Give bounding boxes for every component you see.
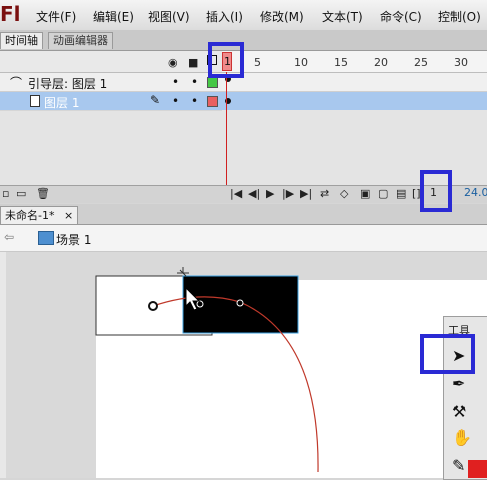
lock-icon[interactable]: ■ bbox=[188, 56, 198, 69]
close-icon[interactable]: × bbox=[64, 209, 73, 222]
crosshair-cursor bbox=[177, 267, 189, 277]
menu-edit[interactable]: 编辑(E) bbox=[93, 8, 134, 25]
timeline-footer: ▫ ▭ 🗑 |◀ ◀| ▶ |▶ ▶| ⇄ ◇ ▣ ▢ ▤ [] bbox=[0, 185, 487, 203]
highlight-selection-tool bbox=[420, 334, 475, 374]
highlight-frame-counter bbox=[420, 170, 452, 212]
visibility-dot[interactable]: • bbox=[172, 94, 179, 108]
pen-tool-icon[interactable]: ✒ bbox=[452, 374, 465, 393]
edit-frames-icon[interactable]: ▤ bbox=[396, 187, 406, 200]
layer-row-1[interactable]: 图层 1 ✎ • • bbox=[0, 92, 487, 110]
ruler-label: 15 bbox=[334, 56, 348, 69]
menu-file[interactable]: 文件(F) bbox=[36, 8, 76, 25]
menu-commands[interactable]: 命令(C) bbox=[380, 8, 422, 25]
layers-empty-area bbox=[0, 111, 222, 185]
frame-rate[interactable]: 24.00 bbox=[464, 186, 487, 199]
stage-artwork[interactable] bbox=[0, 252, 487, 478]
ruler-label: 25 bbox=[414, 56, 428, 69]
layer-icon bbox=[30, 95, 40, 107]
scene-icon bbox=[38, 231, 54, 245]
guide-layer-icon: ⌒ bbox=[10, 76, 23, 90]
document-tab[interactable]: 未命名-1* × bbox=[0, 206, 79, 224]
back-arrow-icon[interactable]: ⇦ bbox=[4, 230, 14, 244]
lock-dot[interactable]: • bbox=[191, 75, 198, 89]
layer-color-swatch[interactable] bbox=[207, 77, 218, 88]
last-frame-icon[interactable]: ▶| bbox=[300, 187, 312, 200]
new-layer-icon[interactable]: ▫ bbox=[2, 187, 9, 200]
play-icon[interactable]: ▶ bbox=[266, 187, 274, 200]
center-frame-icon[interactable]: ◇ bbox=[340, 187, 348, 200]
lock-dot[interactable]: • bbox=[191, 94, 198, 108]
document-title: 未命名-1* bbox=[5, 209, 55, 222]
menu-insert[interactable]: 插入(I) bbox=[206, 8, 243, 25]
start-point bbox=[148, 301, 158, 311]
menubar: Fl 文件(F) 编辑(E) 视图(V) 插入(I) 修改(M) 文本(T) 命… bbox=[0, 0, 487, 31]
prev-frame-icon[interactable]: ◀| bbox=[248, 187, 260, 200]
bone-tool-icon[interactable]: ⚒ bbox=[452, 402, 466, 421]
menu-text[interactable]: 文本(T) bbox=[322, 8, 363, 25]
frame-ruler[interactable]: 5 10 15 20 25 30 bbox=[222, 51, 487, 72]
loop-icon[interactable]: ⇄ bbox=[320, 187, 329, 200]
scene-name[interactable]: 场景 1 bbox=[56, 231, 91, 248]
layer-frames[interactable] bbox=[222, 73, 487, 91]
tab-motion-editor[interactable]: 动画编辑器 bbox=[48, 32, 113, 49]
first-frame-icon[interactable]: |◀ bbox=[230, 187, 242, 200]
edit-bar: ⇦ 场景 1 bbox=[0, 225, 487, 252]
eye-icon[interactable]: ◉ bbox=[168, 56, 178, 69]
ruler-label: 20 bbox=[374, 56, 388, 69]
next-frame-icon[interactable]: |▶ bbox=[282, 187, 294, 200]
tab-timeline[interactable]: 时间轴 bbox=[0, 32, 43, 49]
menu-control[interactable]: 控制(O) bbox=[438, 8, 481, 25]
app-logo: Fl bbox=[0, 2, 21, 26]
stroke-color-swatch[interactable] bbox=[468, 460, 487, 478]
menu-view[interactable]: 视图(V) bbox=[148, 8, 190, 25]
ruler-label: 30 bbox=[454, 56, 468, 69]
onion-outline-icon[interactable]: ▢ bbox=[378, 187, 388, 200]
delete-layer-icon[interactable]: 🗑 bbox=[36, 187, 50, 200]
hand-tool-icon[interactable]: ✋ bbox=[452, 428, 472, 447]
layer-name: 引导层: 图层 1 bbox=[28, 77, 108, 91]
new-folder-icon[interactable]: ▭ bbox=[16, 187, 26, 200]
highlight-playhead bbox=[208, 42, 244, 78]
registration-point bbox=[236, 299, 244, 307]
ruler-label: 10 bbox=[294, 56, 308, 69]
stroke-color-icon[interactable]: ✎ bbox=[452, 456, 465, 475]
ruler-label: 5 bbox=[254, 56, 261, 69]
menu-modify[interactable]: 修改(M) bbox=[260, 8, 304, 25]
onion-skin-icon[interactable]: ▣ bbox=[360, 187, 370, 200]
visibility-dot[interactable]: • bbox=[172, 75, 179, 89]
layer-color-swatch[interactable] bbox=[207, 96, 218, 107]
playhead-line bbox=[226, 72, 227, 185]
layer-name: 图层 1 bbox=[44, 96, 80, 110]
document-tabbar: 未命名-1* × bbox=[0, 204, 487, 225]
pencil-icon[interactable]: ✎ bbox=[150, 93, 160, 107]
